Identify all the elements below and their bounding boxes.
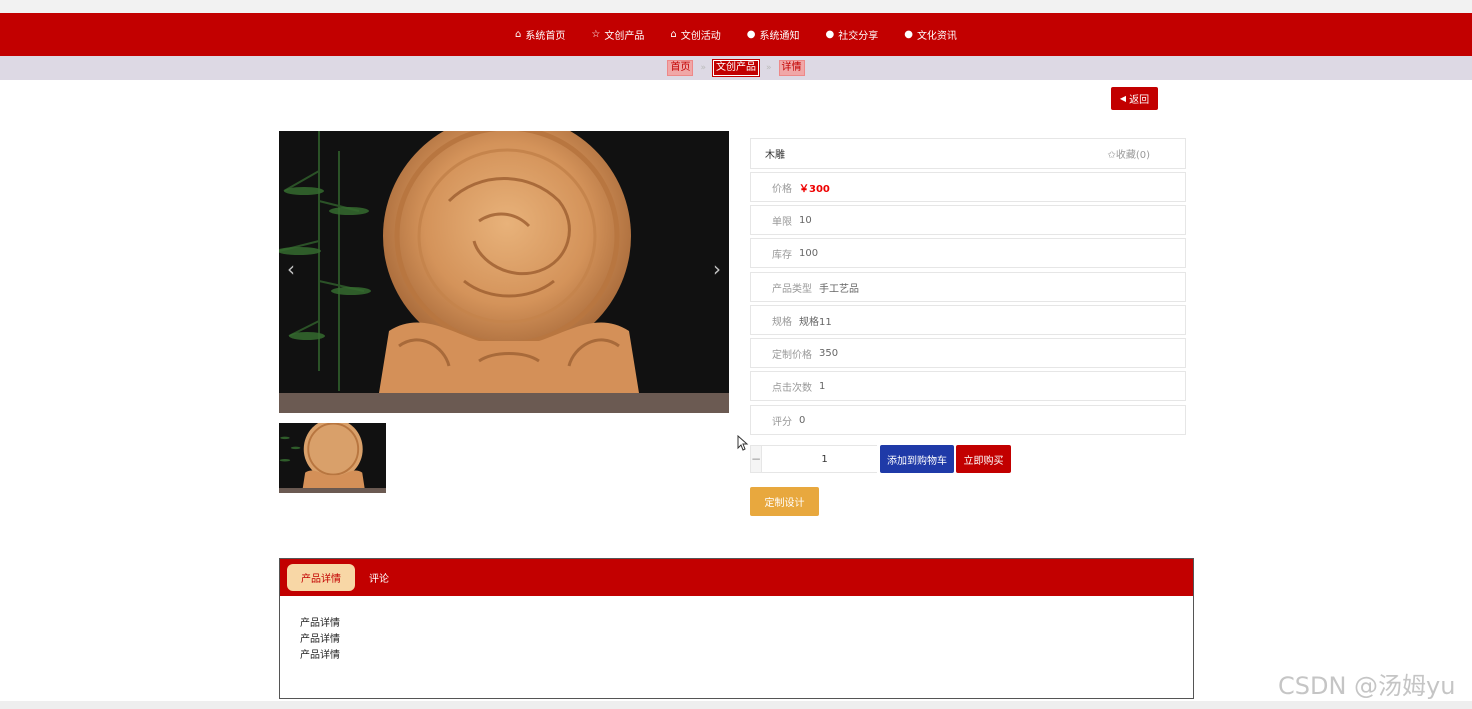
- quantity-stepper: − +: [750, 445, 899, 473]
- field-label: 点击次数: [772, 382, 812, 394]
- nav-item-notices[interactable]: ● 系统通知: [747, 27, 800, 42]
- wood-carving-image: [279, 131, 729, 413]
- bag-icon: ⌂: [670, 28, 677, 40]
- breadcrumb-current: 详情: [778, 60, 805, 76]
- detail-line: 产品详情: [300, 650, 340, 661]
- product-field-type: 产品类型 手工艺品: [750, 272, 1186, 302]
- product-name: 木雕: [765, 150, 785, 161]
- watermark-text: CSDN @汤姆yu: [1278, 672, 1456, 700]
- product-field-price: 价格 ￥300: [750, 172, 1186, 202]
- dot-icon: ●: [825, 28, 835, 40]
- field-value: 0: [799, 414, 806, 426]
- carousel-prev-icon[interactable]: ‹: [287, 259, 295, 279]
- favorite-button[interactable]: ✩收藏(0): [1107, 146, 1150, 161]
- info-icon: ●: [904, 28, 913, 40]
- field-label: 评分: [772, 416, 792, 428]
- field-label: 规格: [772, 316, 792, 328]
- breadcrumb: 首页 » 文创产品 » 详情: [0, 56, 1472, 80]
- breadcrumb-category[interactable]: 文创产品: [712, 59, 760, 77]
- back-button-label: 返回: [1129, 95, 1150, 106]
- nav-item-label: 文化资讯: [916, 31, 957, 42]
- quantity-input[interactable]: [761, 446, 889, 472]
- nav-item-home[interactable]: ⌂ 系统首页: [515, 27, 565, 42]
- bottom-scroll-strip: [0, 701, 1472, 709]
- field-label: 库存: [772, 249, 792, 261]
- dot-icon: ●: [746, 28, 756, 40]
- tab-content: 产品详情 产品详情 产品详情: [280, 596, 1193, 684]
- tab-product-details[interactable]: 产品详情: [287, 564, 355, 591]
- nav-item-social[interactable]: ● 社交分享: [825, 27, 878, 42]
- product-field-stock: 库存 100: [750, 238, 1186, 268]
- custom-design-button[interactable]: 定制设计: [750, 487, 819, 516]
- nav-item-label: 系统首页: [525, 31, 566, 42]
- main-navbar: ⌂ 系统首页 ☆ 文创产品 ⌂ 文创活动 ● 系统通知 ● 社交分享 ● 文化资…: [0, 13, 1472, 56]
- field-value: 规格11: [799, 316, 832, 328]
- product-field-spec: 规格 规格11: [750, 305, 1186, 335]
- tab-comments[interactable]: 评论: [355, 564, 403, 591]
- field-value: 100: [799, 247, 819, 259]
- field-value: 手工艺品: [819, 283, 859, 295]
- browser-top-strip: [0, 0, 1472, 13]
- nav-item-activities[interactable]: ⌂ 文创活动: [670, 27, 720, 42]
- back-button[interactable]: ◀ 返回: [1111, 87, 1158, 110]
- breadcrumb-separator: »: [700, 63, 706, 73]
- product-field-clicks: 点击次数 1: [750, 371, 1186, 401]
- nav-item-label: 系统通知: [759, 31, 800, 42]
- nav-item-products[interactable]: ☆ 文创产品: [591, 27, 644, 42]
- home-icon: ⌂: [515, 28, 522, 40]
- product-title-row: 木雕 ✩收藏(0): [750, 138, 1186, 169]
- field-value: 1: [819, 380, 826, 392]
- carousel-next-icon[interactable]: ›: [713, 259, 721, 279]
- field-label: 定制价格: [772, 349, 812, 361]
- field-label: 产品类型: [772, 283, 812, 295]
- breadcrumb-home[interactable]: 首页: [667, 60, 694, 76]
- tab-header: 产品详情 评论: [280, 559, 1193, 596]
- detail-line: 产品详情: [300, 618, 340, 629]
- nav-item-label: 社交分享: [838, 31, 879, 42]
- product-field-custom-price: 定制价格 350: [750, 338, 1186, 368]
- field-label: 单限: [772, 216, 792, 228]
- field-value: 350: [819, 347, 839, 359]
- breadcrumb-separator: »: [766, 63, 772, 73]
- add-to-cart-button[interactable]: 添加到购物车: [880, 445, 954, 473]
- mouse-cursor-icon: [737, 435, 749, 451]
- nav-item-news[interactable]: ● 文化资讯: [904, 27, 957, 42]
- product-tabs-panel: 产品详情 评论 产品详情 产品详情 产品详情: [279, 558, 1194, 699]
- quantity-decrease-button[interactable]: −: [751, 446, 762, 472]
- nav-item-label: 文创活动: [680, 31, 721, 42]
- field-value: 10: [799, 214, 812, 226]
- product-field-limit: 单限 10: [750, 205, 1186, 235]
- wood-carving-thumbnail-image: [279, 423, 386, 493]
- product-thumbnail[interactable]: [279, 423, 386, 493]
- product-field-rating: 评分 0: [750, 405, 1186, 435]
- nav-item-label: 文创产品: [604, 31, 645, 42]
- detail-line: 产品详情: [300, 634, 340, 645]
- caret-left-icon: ◀: [1119, 94, 1127, 103]
- field-label: 价格: [772, 183, 792, 195]
- star-icon: ☆: [591, 28, 601, 40]
- product-main-image: ‹ ›: [279, 131, 729, 413]
- price-value: ￥300: [799, 183, 830, 195]
- buy-now-button[interactable]: 立即购买: [956, 445, 1011, 473]
